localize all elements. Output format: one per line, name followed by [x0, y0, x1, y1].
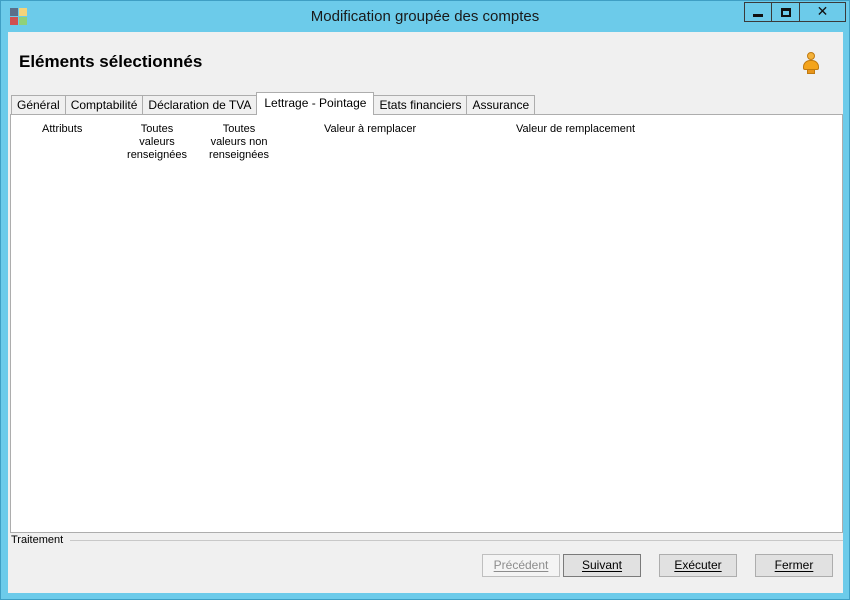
- maximize-icon: [780, 7, 791, 17]
- processing-group-label: Traitement: [11, 534, 64, 546]
- minimize-button[interactable]: [744, 2, 772, 22]
- column-header-all-filled-line1: Toutes: [140, 123, 174, 135]
- tab-lettrage-pointage[interactable]: Lettrage - Pointage: [256, 92, 375, 115]
- previous-button[interactable]: Précédent: [482, 554, 560, 577]
- tab-assurance[interactable]: Assurance: [466, 95, 536, 115]
- close-button[interactable]: Fermer: [755, 554, 833, 577]
- user-icon[interactable]: [802, 52, 820, 74]
- column-header-all-filled: Toutes valeurs renseignées: [125, 123, 189, 162]
- tab-panel: Attributs Toutes valeurs renseignées Tou…: [10, 114, 843, 533]
- window-title: Modification groupée des comptes: [310, 8, 540, 25]
- tab-comptabilite[interactable]: Comptabilité: [64, 95, 144, 115]
- client-area: Eléments sélectionnés Général Comptabili…: [8, 32, 843, 593]
- column-header-all-filled-line2: valeurs: [139, 136, 175, 148]
- tab-declaration-tva[interactable]: Déclaration de TVA: [142, 95, 258, 115]
- close-icon: ✕: [816, 4, 829, 20]
- next-button[interactable]: Suivant: [563, 554, 641, 577]
- title-bar[interactable]: Modification groupée des comptes ✕: [1, 1, 849, 32]
- column-header-all-unfilled-line2: valeurs non: [210, 136, 268, 148]
- column-header-value-to-replace: Valeur à remplacer: [324, 123, 417, 135]
- column-header-all-filled-line3: renseignées: [127, 149, 187, 161]
- minimize-icon: [753, 13, 763, 17]
- execute-button[interactable]: Exécuter: [659, 554, 737, 577]
- column-header-all-unfilled-line1: Toutes: [222, 123, 256, 135]
- tab-general[interactable]: Général: [11, 95, 66, 115]
- close-window-button[interactable]: ✕: [800, 2, 846, 22]
- processing-group-divider: [70, 540, 843, 541]
- tab-strip: Général Comptabilité Déclaration de TVA …: [11, 92, 536, 115]
- column-header-attributes: Attributs: [42, 123, 83, 135]
- column-header-all-unfilled: Toutes valeurs non renseignées: [207, 123, 271, 162]
- page-title: Eléments sélectionnés: [19, 52, 203, 71]
- column-header-all-unfilled-line3: renseignées: [209, 149, 269, 161]
- tab-etats-financiers[interactable]: Etats financiers: [373, 95, 468, 115]
- maximize-button[interactable]: [772, 2, 800, 22]
- app-window: Modification groupée des comptes ✕ Eléme…: [0, 0, 850, 600]
- column-header-replacement-value: Valeur de remplacement: [516, 123, 636, 135]
